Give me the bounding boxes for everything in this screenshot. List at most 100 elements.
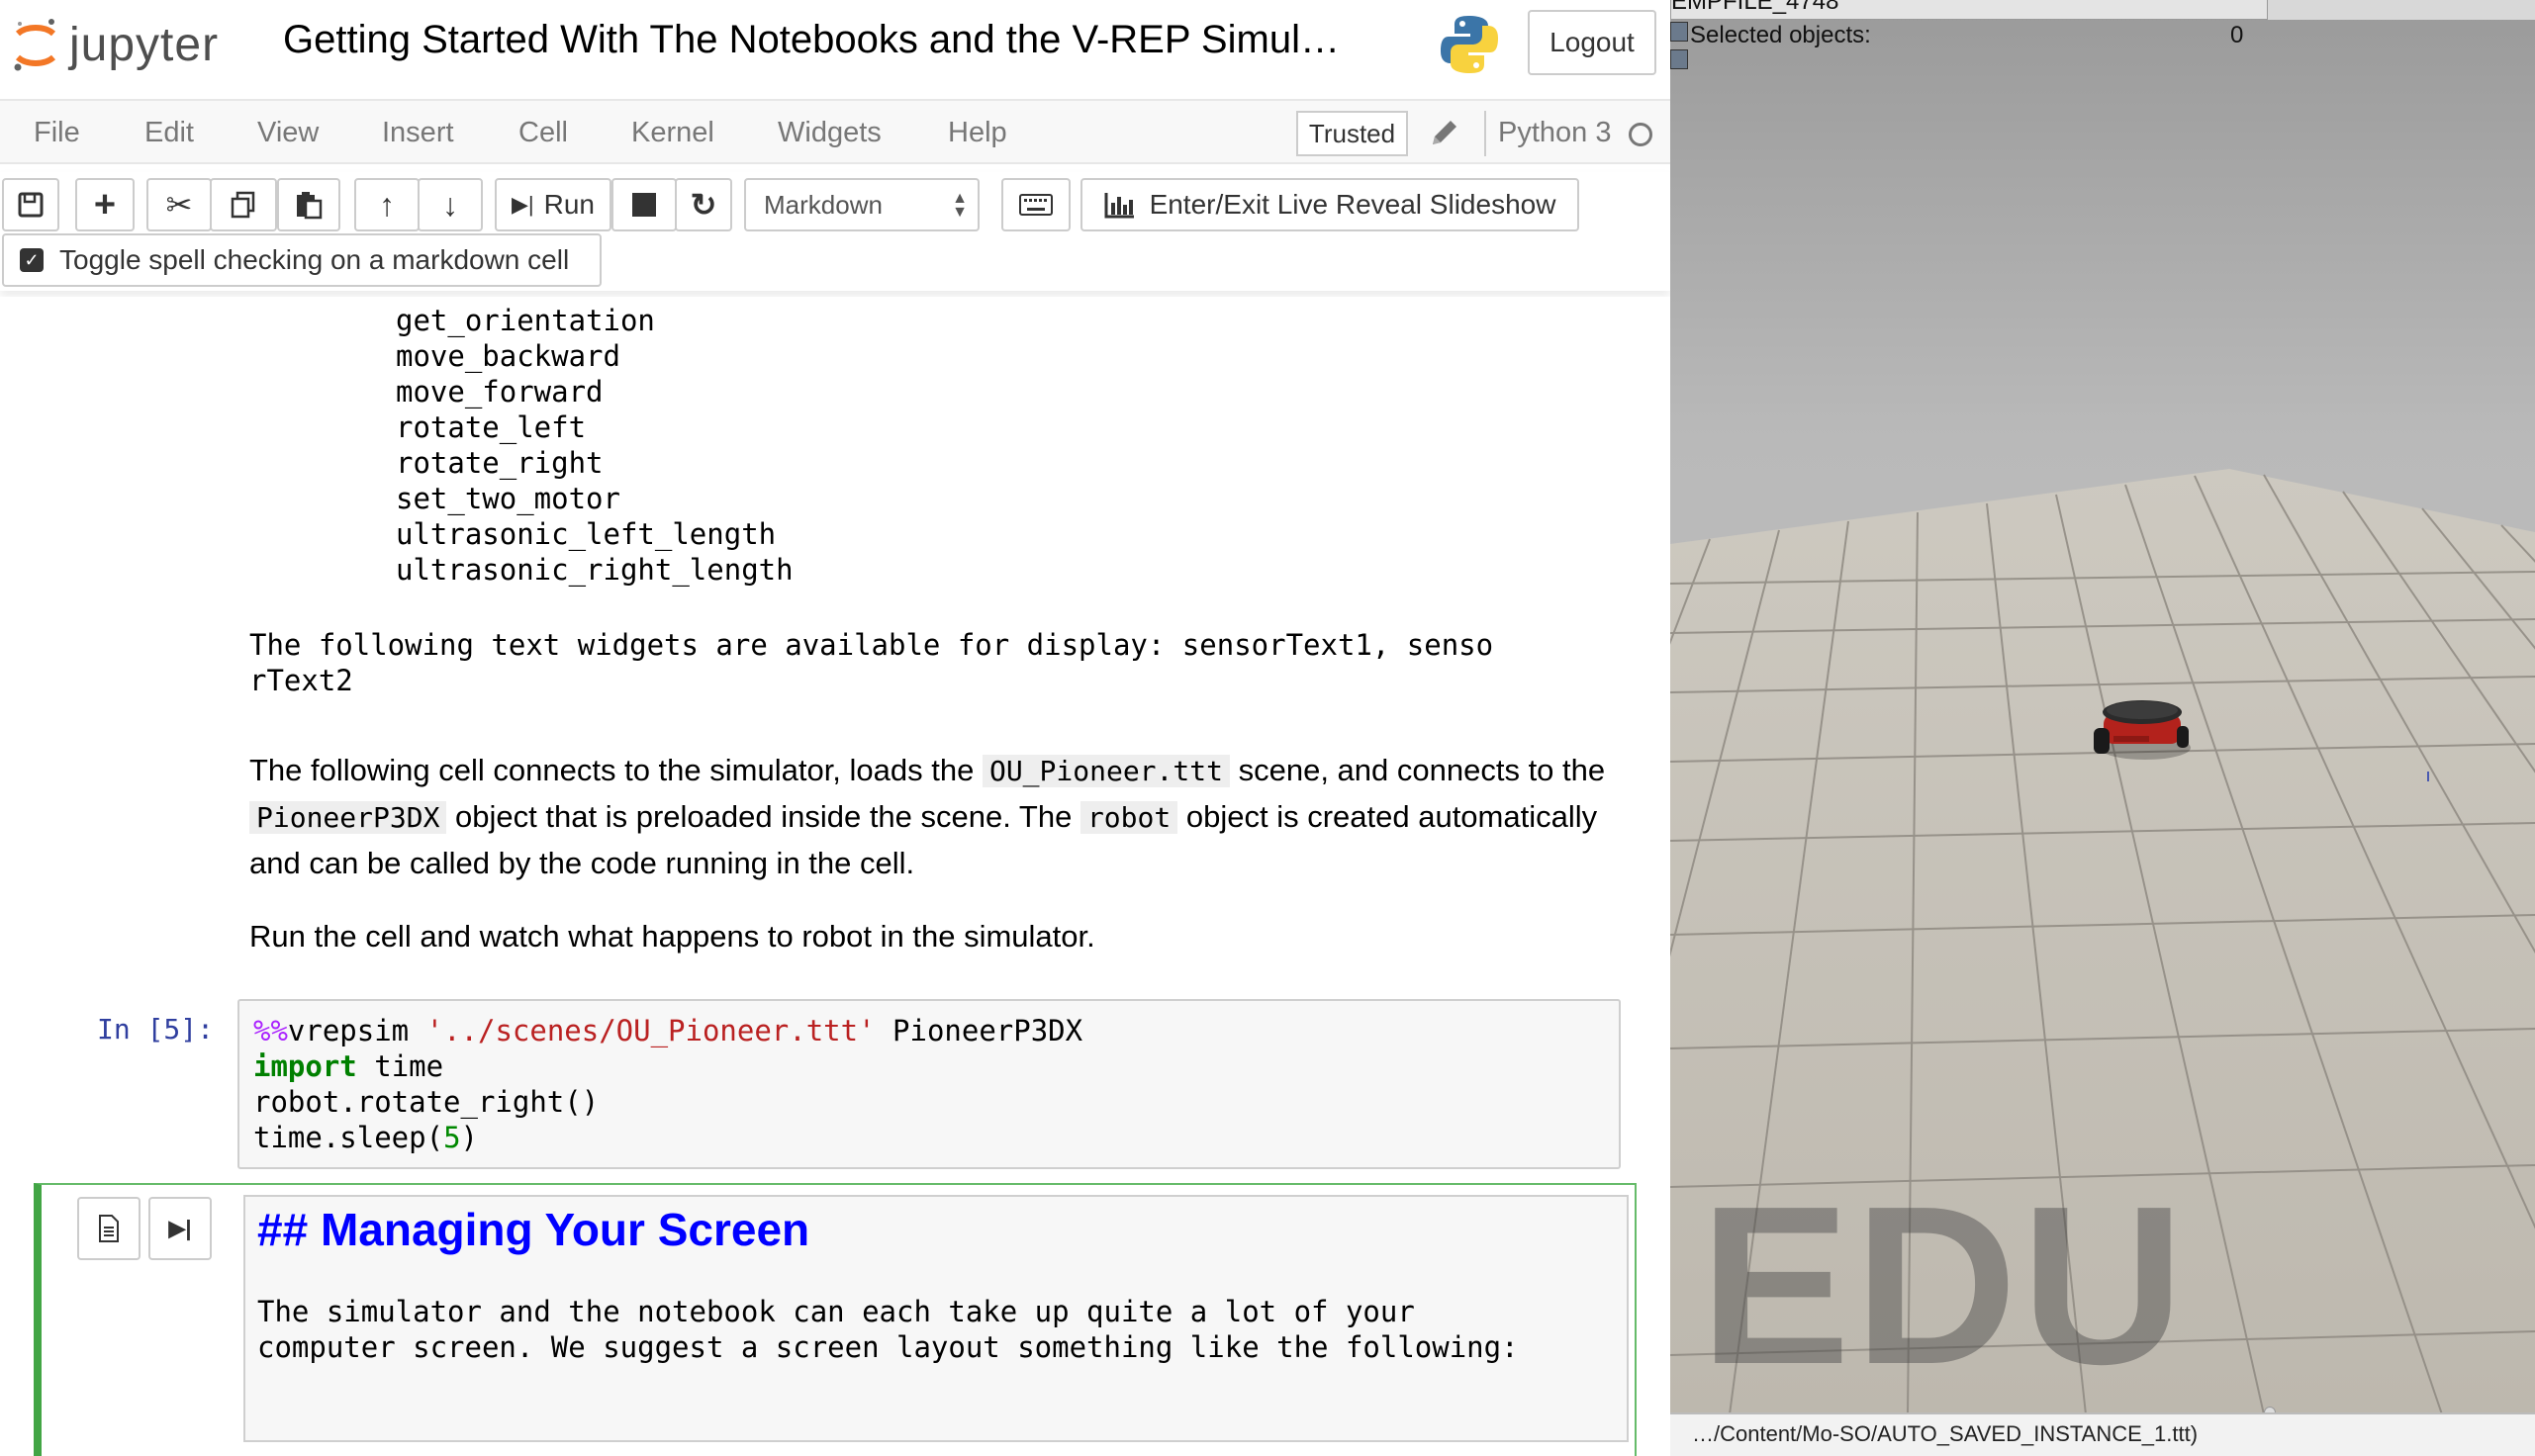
vrep-simulator-pane: EMPFILE_4748 Selected objects: 0 EDU …/C…: [1670, 0, 2535, 1456]
save-icon: [18, 192, 44, 218]
vrep-side-toggle[interactable]: [1670, 22, 1688, 42]
save-button[interactable]: [2, 178, 59, 231]
code-line: time.sleep(5): [253, 1120, 1605, 1155]
markdown-line: The simulator and the notebook can each …: [257, 1295, 1415, 1328]
widgets-text-line: rText2: [249, 664, 353, 697]
edit-pencil-icon[interactable]: [1429, 115, 1460, 148]
stop-icon: [632, 193, 656, 217]
menu-bar: File Edit View Insert Cell Kernel Widget…: [0, 99, 1670, 164]
cell-type-value: Markdown: [764, 189, 883, 220]
widgets-text-line: The following text widgets are available…: [249, 628, 1494, 662]
magic-prefix: %%: [253, 1014, 288, 1047]
menu-insert[interactable]: Insert: [382, 117, 454, 149]
input-prompt: In [5]:: [97, 1013, 215, 1046]
method-item: get_orientation: [396, 304, 655, 337]
method-item: set_two_motor: [396, 482, 620, 515]
jupyter-logo[interactable]: jupyter: [12, 14, 219, 75]
inline-code: OU_Pioneer.ttt: [982, 755, 1230, 787]
insert-cell-button[interactable]: +: [75, 178, 135, 231]
vrep-side-toggle[interactable]: [1670, 49, 1688, 69]
slideshow-button[interactable]: Enter/Exit Live Reveal Slideshow: [1080, 178, 1579, 231]
markdown-line: computer screen. We suggest a screen lay…: [257, 1330, 1519, 1364]
selected-objects-count: 0: [2230, 22, 2244, 48]
method-item: ultrasonic_right_length: [396, 553, 794, 587]
menu-cell[interactable]: Cell: [518, 117, 568, 149]
spell-check-toggle[interactable]: ✓ Toggle spell checking on a markdown ce…: [2, 233, 602, 287]
select-arrows-icon: ▲ ▼: [952, 190, 968, 221]
import-module: time: [374, 1049, 444, 1083]
run-icon: ▶|: [168, 1216, 192, 1240]
notebook-content: get_orientation move_backward move_forward…: [0, 297, 1670, 1456]
widgets-text: The following text widgets are available…: [249, 627, 1635, 698]
slideshow-label: Enter/Exit Live Reveal Slideshow: [1149, 189, 1556, 220]
checkbox-checked-icon: ✓: [20, 248, 44, 272]
menu-edit[interactable]: Edit: [144, 117, 194, 149]
notebook-header: jupyter Getting Started With The Noteboo…: [0, 0, 1670, 89]
keyboard-icon: [1019, 194, 1053, 216]
markdown-cell-selected[interactable]: ▶| ## Managing Your Screen The simulator…: [34, 1183, 1637, 1456]
menu-kernel[interactable]: Kernel: [631, 117, 714, 149]
paste-icon: [297, 192, 323, 220]
logout-button[interactable]: Logout: [1528, 10, 1656, 75]
plus-icon: +: [93, 184, 117, 226]
cell-type-select[interactable]: Markdown ▲ ▼: [744, 178, 980, 231]
method-item: move_forward: [396, 375, 604, 409]
run-instruction-paragraph: Run the cell and watch what happens to r…: [249, 919, 1095, 954]
method-item: move_backward: [396, 339, 620, 373]
kernel-status-icon: [1629, 123, 1652, 146]
notebook-title[interactable]: Getting Started With The Notebooks and t…: [283, 18, 1340, 62]
python-logo-icon: [1441, 16, 1498, 73]
kernel-name[interactable]: Python 3: [1498, 117, 1611, 149]
markdown-heading: ## Managing Your Screen: [257, 1204, 810, 1255]
vrep-scene-tab[interactable]: EMPFILE_4748: [1670, 0, 2268, 20]
command-palette-button[interactable]: [1001, 178, 1071, 231]
jupyter-logo-icon: [14, 19, 56, 71]
code-cell-editor[interactable]: %%vrepsim '../scenes/OU_Pioneer.ttt' Pio…: [237, 999, 1621, 1169]
restart-button[interactable]: ↻: [675, 178, 732, 231]
method-list: get_orientation move_backward move_forward…: [396, 303, 794, 588]
edu-watermark: EDU: [1700, 1160, 2189, 1411]
run-label: Run: [543, 189, 595, 220]
pioneer-robot[interactable]: [2094, 700, 2191, 760]
text-span: scene, and connects to the: [1229, 753, 1606, 787]
trusted-indicator[interactable]: Trusted: [1296, 111, 1408, 156]
copy-button[interactable]: [210, 178, 277, 231]
cell-menu-button[interactable]: [77, 1197, 141, 1260]
method-item: rotate_left: [396, 410, 587, 444]
move-up-button[interactable]: ↑: [354, 178, 420, 231]
copy-icon: [231, 191, 255, 219]
kernel-separator: [1484, 111, 1486, 156]
bar-chart-icon: [1104, 193, 1134, 219]
cut-button[interactable]: ✂: [146, 178, 212, 231]
markdown-editor[interactable]: ## Managing Your Screen The simulator an…: [243, 1195, 1629, 1442]
inline-code: PioneerP3DX: [249, 801, 447, 834]
interrupt-button[interactable]: [611, 178, 677, 231]
menu-widgets[interactable]: Widgets: [778, 117, 882, 149]
move-down-button[interactable]: ↓: [418, 178, 483, 231]
menu-view[interactable]: View: [257, 117, 319, 149]
inline-code: robot: [1080, 801, 1178, 834]
vrep-status-bar: …/Content/Mo-SO/AUTO_SAVED_INSTANCE_1.tt…: [1670, 1412, 2535, 1456]
spell-check-label: Toggle spell checking on a markdown cell: [59, 244, 570, 275]
markdown-body: The simulator and the notebook can each …: [257, 1294, 1519, 1365]
menu-file[interactable]: File: [34, 117, 80, 149]
arrow-up-icon: ↑: [379, 186, 395, 223]
run-button[interactable]: ▶| Run: [495, 178, 611, 231]
menu-help[interactable]: Help: [948, 117, 1007, 149]
method-item: ultrasonic_left_length: [396, 517, 777, 551]
document-icon: [99, 1215, 119, 1242]
code-token: time.sleep(: [253, 1121, 444, 1154]
run-icon: ▶|: [511, 192, 534, 217]
text-span: object that is preloaded inside the scen…: [446, 799, 1080, 834]
code-token: ): [460, 1121, 478, 1154]
robot-argument: PioneerP3DX: [892, 1014, 1083, 1047]
number-literal: 5: [443, 1121, 461, 1154]
text-span: The following cell connects to the simul…: [249, 753, 983, 787]
jupyter-notebook-pane: jupyter Getting Started With The Noteboo…: [0, 0, 1670, 1456]
scene-argument: '../scenes/OU_Pioneer.ttt': [425, 1014, 876, 1047]
run-cell-button[interactable]: ▶|: [148, 1197, 212, 1260]
refresh-icon: ↻: [690, 187, 717, 223]
arrow-down-icon: ↓: [442, 186, 458, 223]
scissors-icon: ✂: [165, 187, 193, 223]
paste-button[interactable]: [277, 178, 340, 231]
